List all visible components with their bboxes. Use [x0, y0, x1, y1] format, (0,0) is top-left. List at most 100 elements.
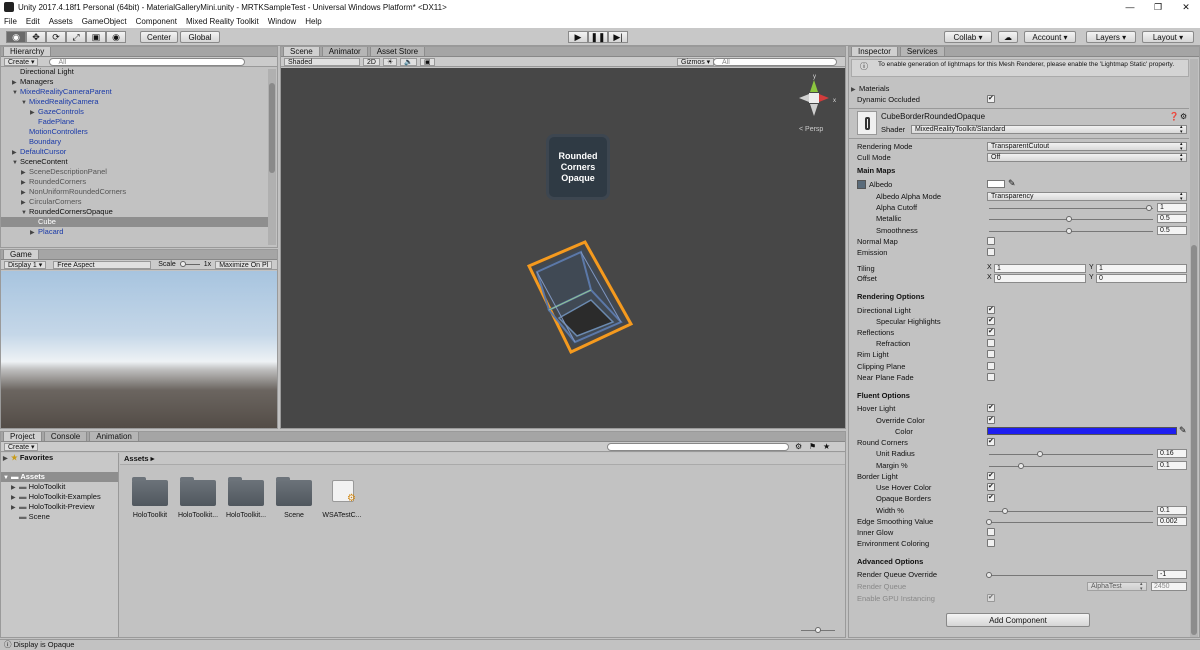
property-checkbox[interactable]: [987, 403, 995, 412]
slider-knob[interactable]: [1066, 228, 1072, 234]
filter-label-icon[interactable]: ⚑: [809, 442, 816, 451]
property-checkbox[interactable]: [987, 482, 995, 491]
tab-scene[interactable]: Scene: [283, 47, 320, 56]
menu-window[interactable]: Window: [268, 17, 296, 26]
hierarchy-item[interactable]: Cube: [1, 217, 269, 227]
property-checkbox[interactable]: [987, 593, 995, 602]
property-number-field[interactable]: 0.16: [1157, 449, 1187, 458]
property-slider[interactable]: [989, 205, 1153, 211]
property-checkbox[interactable]: [987, 528, 995, 536]
hierarchy-scroll-thumb[interactable]: [269, 83, 275, 173]
vector-y-field[interactable]: 1: [1096, 264, 1187, 273]
audio-toggle-icon[interactable]: 🔈: [400, 57, 417, 66]
folder-icon[interactable]: [228, 477, 264, 506]
hierarchy-item[interactable]: MotionControllers: [1, 127, 277, 137]
property-checkbox[interactable]: [987, 327, 995, 336]
rect-tool-icon[interactable]: ▣: [86, 31, 106, 43]
vector-x-field[interactable]: 1: [994, 264, 1086, 273]
tab-asset-store[interactable]: Asset Store: [369, 47, 426, 56]
materials-foldout[interactable]: ▶ Materials: [851, 83, 889, 94]
hierarchy-item[interactable]: ▶ Managers: [1, 77, 277, 87]
override-color-swatch[interactable]: [987, 427, 1177, 435]
project-folder-item[interactable]: ▶ ▬ HoloToolkit-Examples: [1, 492, 118, 502]
property-dropdown[interactable]: Transparency: [987, 192, 1187, 202]
property-checkbox[interactable]: [987, 248, 995, 256]
pause-icon[interactable]: ❚❚: [588, 31, 608, 43]
display-dropdown[interactable]: Display 1 ▾: [4, 260, 47, 269]
hierarchy-item[interactable]: ▼ MixedRealityCameraParent: [1, 87, 277, 97]
menu-assets[interactable]: Assets: [49, 17, 73, 26]
property-checkbox[interactable]: [987, 493, 995, 502]
tab-services[interactable]: Services: [899, 47, 945, 56]
help-icon[interactable]: ❓: [1169, 112, 1179, 121]
scene-orientation-gizmo[interactable]: y x: [789, 72, 839, 124]
property-checkbox[interactable]: [987, 437, 995, 446]
dynamic-occluded-checkbox[interactable]: [987, 94, 995, 103]
slider-knob[interactable]: [1146, 205, 1152, 211]
account-dropdown[interactable]: Account ▾: [1024, 31, 1076, 43]
property-number-field[interactable]: 0.1: [1157, 461, 1187, 470]
slider-knob[interactable]: [1037, 451, 1044, 457]
property-slider[interactable]: [986, 572, 1153, 578]
property-checkbox[interactable]: [987, 539, 995, 547]
slider-knob[interactable]: [1066, 216, 1072, 222]
collab-button[interactable]: Collab ▾: [944, 31, 992, 43]
2d-toggle[interactable]: 2D: [363, 57, 380, 66]
gizmos-dropdown[interactable]: Gizmos ▾: [677, 57, 715, 66]
folder-icon[interactable]: [180, 477, 216, 506]
move-tool-icon[interactable]: ✥: [26, 31, 46, 43]
menu-file[interactable]: File: [4, 17, 17, 26]
property-slider[interactable]: [989, 216, 1153, 222]
settings-gear-icon[interactable]: ⚙: [1180, 112, 1187, 121]
view-tool-eye-icon[interactable]: ◉: [6, 31, 26, 43]
favorite-star-icon[interactable]: ★: [823, 442, 830, 451]
close-icon[interactable]: ✕: [1172, 0, 1200, 14]
project-create-button[interactable]: Create ▾: [4, 442, 39, 451]
pivot-global-button[interactable]: Global: [180, 31, 220, 43]
layout-dropdown[interactable]: Layout ▾: [1142, 31, 1194, 43]
project-search-input[interactable]: [607, 442, 789, 451]
layers-dropdown[interactable]: Layers ▾: [1086, 31, 1136, 43]
hierarchy-item[interactable]: ▼ SceneContent: [1, 157, 277, 167]
project-breadcrumb[interactable]: Assets ▸: [120, 453, 845, 465]
pivot-center-button[interactable]: Center: [140, 31, 178, 43]
hierarchy-item[interactable]: ▼ RoundedCornersOpaque: [1, 207, 277, 217]
menu-edit[interactable]: Edit: [26, 17, 40, 26]
property-checkbox[interactable]: [987, 305, 995, 314]
property-dropdown[interactable]: Off: [987, 153, 1187, 163]
vector-y-field[interactable]: 0: [1096, 274, 1187, 283]
slider-knob[interactable]: [986, 572, 992, 578]
filter-type-icon[interactable]: ⚙: [795, 442, 802, 451]
property-slider[interactable]: [989, 463, 1153, 469]
foldout-arrow-icon[interactable]: ▶: [30, 228, 38, 237]
project-folder-item[interactable]: ▶ ▬ HoloToolkit-Preview: [1, 502, 118, 512]
assets-root-item[interactable]: ▼ ▬ Assets: [1, 472, 118, 482]
slider-knob[interactable]: [986, 519, 992, 525]
project-folder-item[interactable]: ▶ ▬ HoloToolkit: [1, 482, 118, 492]
folder-icon[interactable]: [132, 477, 168, 506]
add-component-button[interactable]: Add Component: [946, 613, 1090, 627]
hierarchy-item[interactable]: ▶ CircularCorners: [1, 197, 277, 207]
hierarchy-item[interactable]: Boundary: [1, 137, 277, 147]
play-icon[interactable]: ▶: [568, 31, 588, 43]
property-checkbox[interactable]: [987, 415, 995, 424]
property-number-field[interactable]: 0.1: [1157, 506, 1187, 515]
icon-size-slider[interactable]: [801, 627, 835, 633]
inspector-scroll-thumb[interactable]: [1191, 245, 1197, 635]
property-checkbox[interactable]: [987, 237, 995, 245]
hierarchy-item[interactable]: ▶ SceneDescriptionPanel: [1, 167, 277, 177]
tab-console[interactable]: Console: [43, 432, 88, 441]
property-checkbox[interactable]: [987, 316, 995, 325]
property-slider[interactable]: [989, 228, 1153, 234]
property-checkbox[interactable]: [987, 471, 995, 480]
property-slider[interactable]: [989, 451, 1153, 457]
albedo-texture-slot[interactable]: [857, 180, 866, 189]
game-view[interactable]: [1, 271, 277, 428]
scale-slider[interactable]: [179, 261, 200, 267]
property-number-field[interactable]: -1: [1157, 570, 1187, 579]
slider-knob[interactable]: [1002, 508, 1008, 514]
property-number-field[interactable]: 0.5: [1157, 214, 1187, 223]
effects-dropdown-icon[interactable]: ▣: [419, 57, 435, 66]
property-number-field[interactable]: 0.002: [1157, 517, 1187, 526]
property-checkbox[interactable]: [987, 350, 995, 358]
